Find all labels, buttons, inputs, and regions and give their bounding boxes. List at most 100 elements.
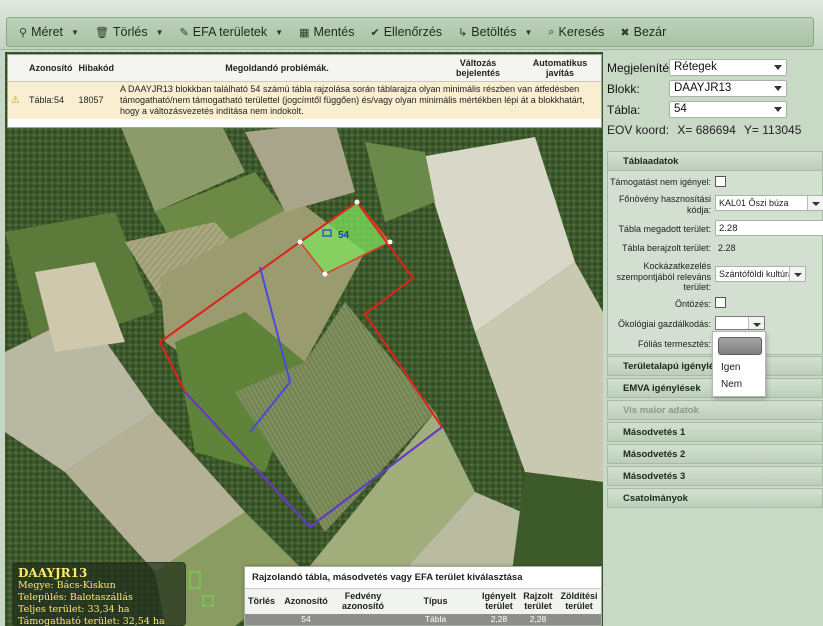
megadott-input[interactable]: 2.28 bbox=[715, 220, 823, 236]
toolbar-label: Bezár bbox=[633, 25, 667, 39]
table-row[interactable]: 54 Tábla 2,28 2,28 bbox=[245, 614, 601, 625]
header-hibakod: Hibakód bbox=[75, 55, 118, 82]
toolbar-label: Mentés bbox=[313, 25, 355, 39]
caret-down-icon: ▼ bbox=[524, 27, 533, 37]
chevron-down-icon bbox=[774, 107, 782, 112]
megjelenites-label: Megjelenítés: bbox=[607, 60, 679, 75]
folias-label: Fóliás termesztés: bbox=[637, 339, 711, 349]
megjelenites-select[interactable]: Rétegek bbox=[669, 59, 787, 76]
eov-coords: EOV koord: X= 686694 Y= 113045 bbox=[607, 123, 806, 137]
kockazat-value: Szántóföldi kultúra bbox=[719, 269, 794, 279]
map-imagery: 54 bbox=[5, 52, 603, 626]
bottom-cell-1: 54 bbox=[278, 614, 335, 625]
header-javitas: Automatikus javítás bbox=[519, 55, 601, 82]
icon-col-header bbox=[8, 55, 26, 82]
blokk-value: DAAYJR13 bbox=[674, 82, 732, 94]
section-header-6[interactable]: Csatolmányok bbox=[607, 488, 823, 508]
bottom-header-2: Fedvény azonosító bbox=[334, 589, 393, 614]
caret-down-icon: ▼ bbox=[71, 27, 79, 37]
ontozes-label: Öntözés: bbox=[674, 299, 711, 309]
cell-problem-text: A DAAYJR13 blokkban található 54 számú t… bbox=[117, 81, 601, 119]
section-header-2: Vis maior adatok bbox=[607, 400, 823, 420]
warning-icon: ⚠ bbox=[8, 81, 26, 119]
tabla-select[interactable]: 54 bbox=[669, 101, 787, 118]
eov-label: EOV koord: bbox=[607, 123, 670, 137]
blokk-row: Blokk: DAAYJR13 bbox=[607, 80, 787, 97]
parcel-label: 54 bbox=[338, 230, 350, 241]
chevron-down-icon bbox=[774, 65, 782, 70]
caret-down-icon: ▼ bbox=[155, 27, 164, 37]
dropdown-option-igen[interactable]: Igen bbox=[721, 362, 740, 373]
toolbar-button-check[interactable]: ✔ Ellenőrzés bbox=[366, 18, 454, 46]
dropdown-option-nem[interactable]: Nem bbox=[721, 379, 742, 390]
toolbar-button-close[interactable]: ✖ Bezár bbox=[616, 18, 678, 46]
bottom-cell-2 bbox=[334, 614, 393, 625]
toolbar-button-load[interactable]: ↳ Betöltés ▼ bbox=[454, 18, 544, 46]
dropdown-option-empty[interactable] bbox=[718, 337, 762, 355]
bottom-header-6: Zöldítési terület bbox=[557, 589, 601, 614]
toolbar-button-pencil[interactable]: ✎ EFA területek ▼ bbox=[176, 18, 296, 46]
toolbar-button-save[interactable]: ▦ Mentés bbox=[295, 18, 366, 46]
toolbar-label: Méret bbox=[31, 25, 64, 39]
tablaadatok-header[interactable]: Táblaadatok bbox=[607, 151, 823, 171]
ontozes-checkbox[interactable] bbox=[715, 297, 726, 308]
block-info-box: DAAYJR13 Megye: Bács-Kiskun Település: B… bbox=[12, 562, 186, 626]
pencil-icon: ✎ bbox=[179, 26, 189, 39]
selection-panel-title: Rajzolandó tábla, másodvetés vagy EFA te… bbox=[245, 567, 601, 589]
close-icon: ✖ bbox=[620, 26, 630, 39]
toolbar-bar: ⚲ Méret ▼ 🗑 Törlés ▼ ✎ EFA területek ▼ ▦ Mentés ✔ El… bbox=[6, 17, 814, 47]
okologiai-select[interactable] bbox=[715, 316, 765, 330]
tamogatast-label: Támogatást nem igényel: bbox=[609, 177, 711, 187]
kockazat-select[interactable]: Szántóföldi kultúra bbox=[715, 266, 806, 282]
header-problem: Megoldandó problémák. bbox=[117, 55, 437, 82]
okologiai-dropdown-list: Igen Nem bbox=[712, 331, 766, 397]
bottom-cell-4: 2,28 bbox=[478, 614, 519, 625]
toolbar-label: Ellenőrzés bbox=[383, 25, 443, 39]
tamogatast-checkbox[interactable] bbox=[715, 176, 726, 187]
toolbar-button-pin[interactable]: ⚲ Méret ▼ bbox=[15, 18, 91, 46]
telepules-text: Település: Balotaszállás bbox=[18, 592, 133, 603]
check-icon: ✔ bbox=[370, 26, 380, 39]
save-icon: ▦ bbox=[299, 26, 310, 39]
header-valtozas: Változás bejelentés bbox=[437, 55, 519, 82]
block-name: DAAYJR13 bbox=[18, 566, 88, 580]
problems-table: Azonosító Hibakód Megoldandó problémák. … bbox=[7, 54, 602, 128]
cell-azonosito: Tábla:54 bbox=[26, 81, 76, 119]
eov-x: X= 686694 bbox=[677, 123, 736, 137]
section-header-5[interactable]: Másodvetés 3 bbox=[607, 466, 823, 486]
fonoveny-label: Főnövény hasznosítási kódja: bbox=[618, 194, 711, 215]
table-row[interactable]: ⚠ Tábla:54 18057 A DAAYJR13 blokkban tal… bbox=[8, 81, 601, 119]
megye-text: Megye: Bács-Kiskun bbox=[18, 580, 116, 591]
blokk-select[interactable]: DAAYJR13 bbox=[669, 80, 787, 97]
chevron-down-icon bbox=[774, 86, 782, 91]
section-header-4[interactable]: Másodvetés 2 bbox=[607, 444, 823, 464]
bottom-cell-6 bbox=[557, 614, 601, 625]
berajzolt-label: Tábla berajzolt terület: bbox=[621, 243, 711, 253]
chevron-down-icon bbox=[807, 196, 823, 210]
tabla-value: 54 bbox=[674, 103, 687, 115]
teljes-terulet-text: Teljes terület: 33,34 ha bbox=[18, 604, 130, 615]
fonoveny-select[interactable]: KAL01 Őszi búza bbox=[715, 195, 823, 211]
megadott-label: Tábla megadott terület: bbox=[618, 224, 711, 234]
eov-y: Y= 113045 bbox=[743, 123, 802, 137]
trash-icon: 🗑 bbox=[94, 26, 109, 39]
toolbar-button-trash[interactable]: 🗑 Törlés ▼ bbox=[91, 18, 176, 46]
bottom-header-4: Igényelt terület bbox=[478, 589, 519, 614]
fonoveny-value: KAL01 Őszi búza bbox=[719, 198, 789, 208]
toolbar: ⚲ Méret ▼ 🗑 Törlés ▼ ✎ EFA területek ▼ ▦ Mentés ✔ El… bbox=[0, 0, 823, 50]
bottom-cell-5: 2,28 bbox=[519, 614, 557, 625]
map-view[interactable]: 54 bbox=[5, 52, 603, 626]
section-header-3[interactable]: Másodvetés 1 bbox=[607, 422, 823, 442]
toolbar-label: Keresés bbox=[558, 25, 605, 39]
berajzolt-value: 2.28 bbox=[718, 243, 736, 253]
megjelenites-row: Megjelenítés: Rétegek bbox=[607, 59, 787, 76]
tamogatott-terulet-text: Támogatható terület: 32,54 ha bbox=[18, 616, 165, 626]
toolbar-label: EFA területek bbox=[192, 25, 268, 39]
bottom-header-5: Rajzolt terület bbox=[519, 589, 557, 614]
toolbar-button-search[interactable]: ⌕ Keresés bbox=[544, 18, 616, 46]
toolbar-label: Betöltés bbox=[471, 25, 517, 39]
toolbar-label: Törlés bbox=[112, 25, 148, 39]
megjelenites-value: Rétegek bbox=[674, 61, 717, 73]
chevron-down-icon bbox=[748, 317, 764, 329]
tabla-label: Tábla: bbox=[607, 102, 641, 117]
